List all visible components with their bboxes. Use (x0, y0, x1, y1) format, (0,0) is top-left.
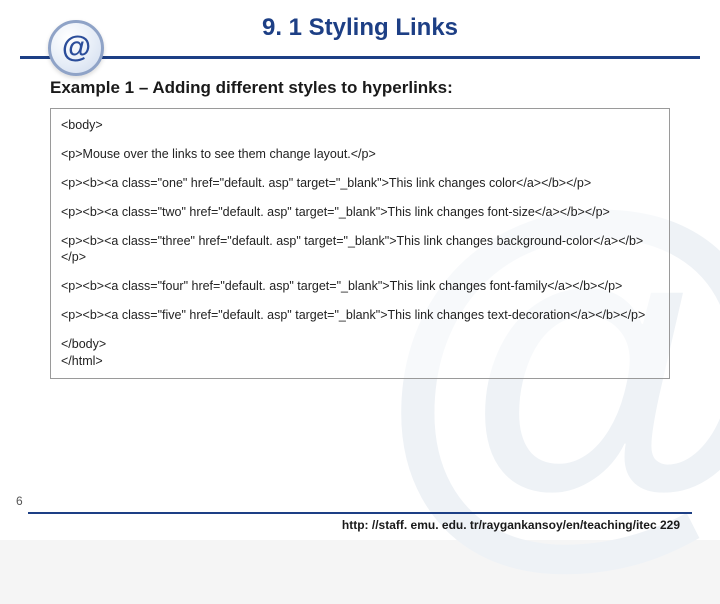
code-example-box: <body> <p>Mouse over the links to see th… (50, 108, 670, 379)
at-logo-badge: @ (48, 20, 104, 76)
header-divider (20, 56, 700, 59)
slide-title: 9. 1 Styling Links (0, 14, 720, 42)
code-line: <p><b><a class="two" href="default. asp"… (61, 204, 659, 221)
code-line: <p><b><a class="five" href="default. asp… (61, 307, 659, 324)
at-icon: @ (48, 20, 104, 76)
slide: @ @ 9. 1 Styling Links Example 1 – Addin… (0, 0, 720, 540)
code-line: <p>Mouse over the links to see them chan… (61, 146, 659, 163)
code-line: <p><b><a class="one" href="default. asp"… (61, 175, 659, 192)
code-line: <body> (61, 117, 659, 134)
page-number: 6 (16, 494, 23, 508)
content-area: Example 1 – Adding different styles to h… (50, 78, 670, 379)
code-line: <p><b><a class="four" href="default. asp… (61, 278, 659, 295)
footer-divider (28, 512, 692, 514)
example-heading: Example 1 – Adding different styles to h… (50, 78, 670, 98)
footer-url: http: //staff. emu. edu. tr/raygankansoy… (342, 518, 680, 532)
code-line: </body> </html> (61, 336, 659, 370)
code-line: <p><b><a class="three" href="default. as… (61, 233, 659, 267)
